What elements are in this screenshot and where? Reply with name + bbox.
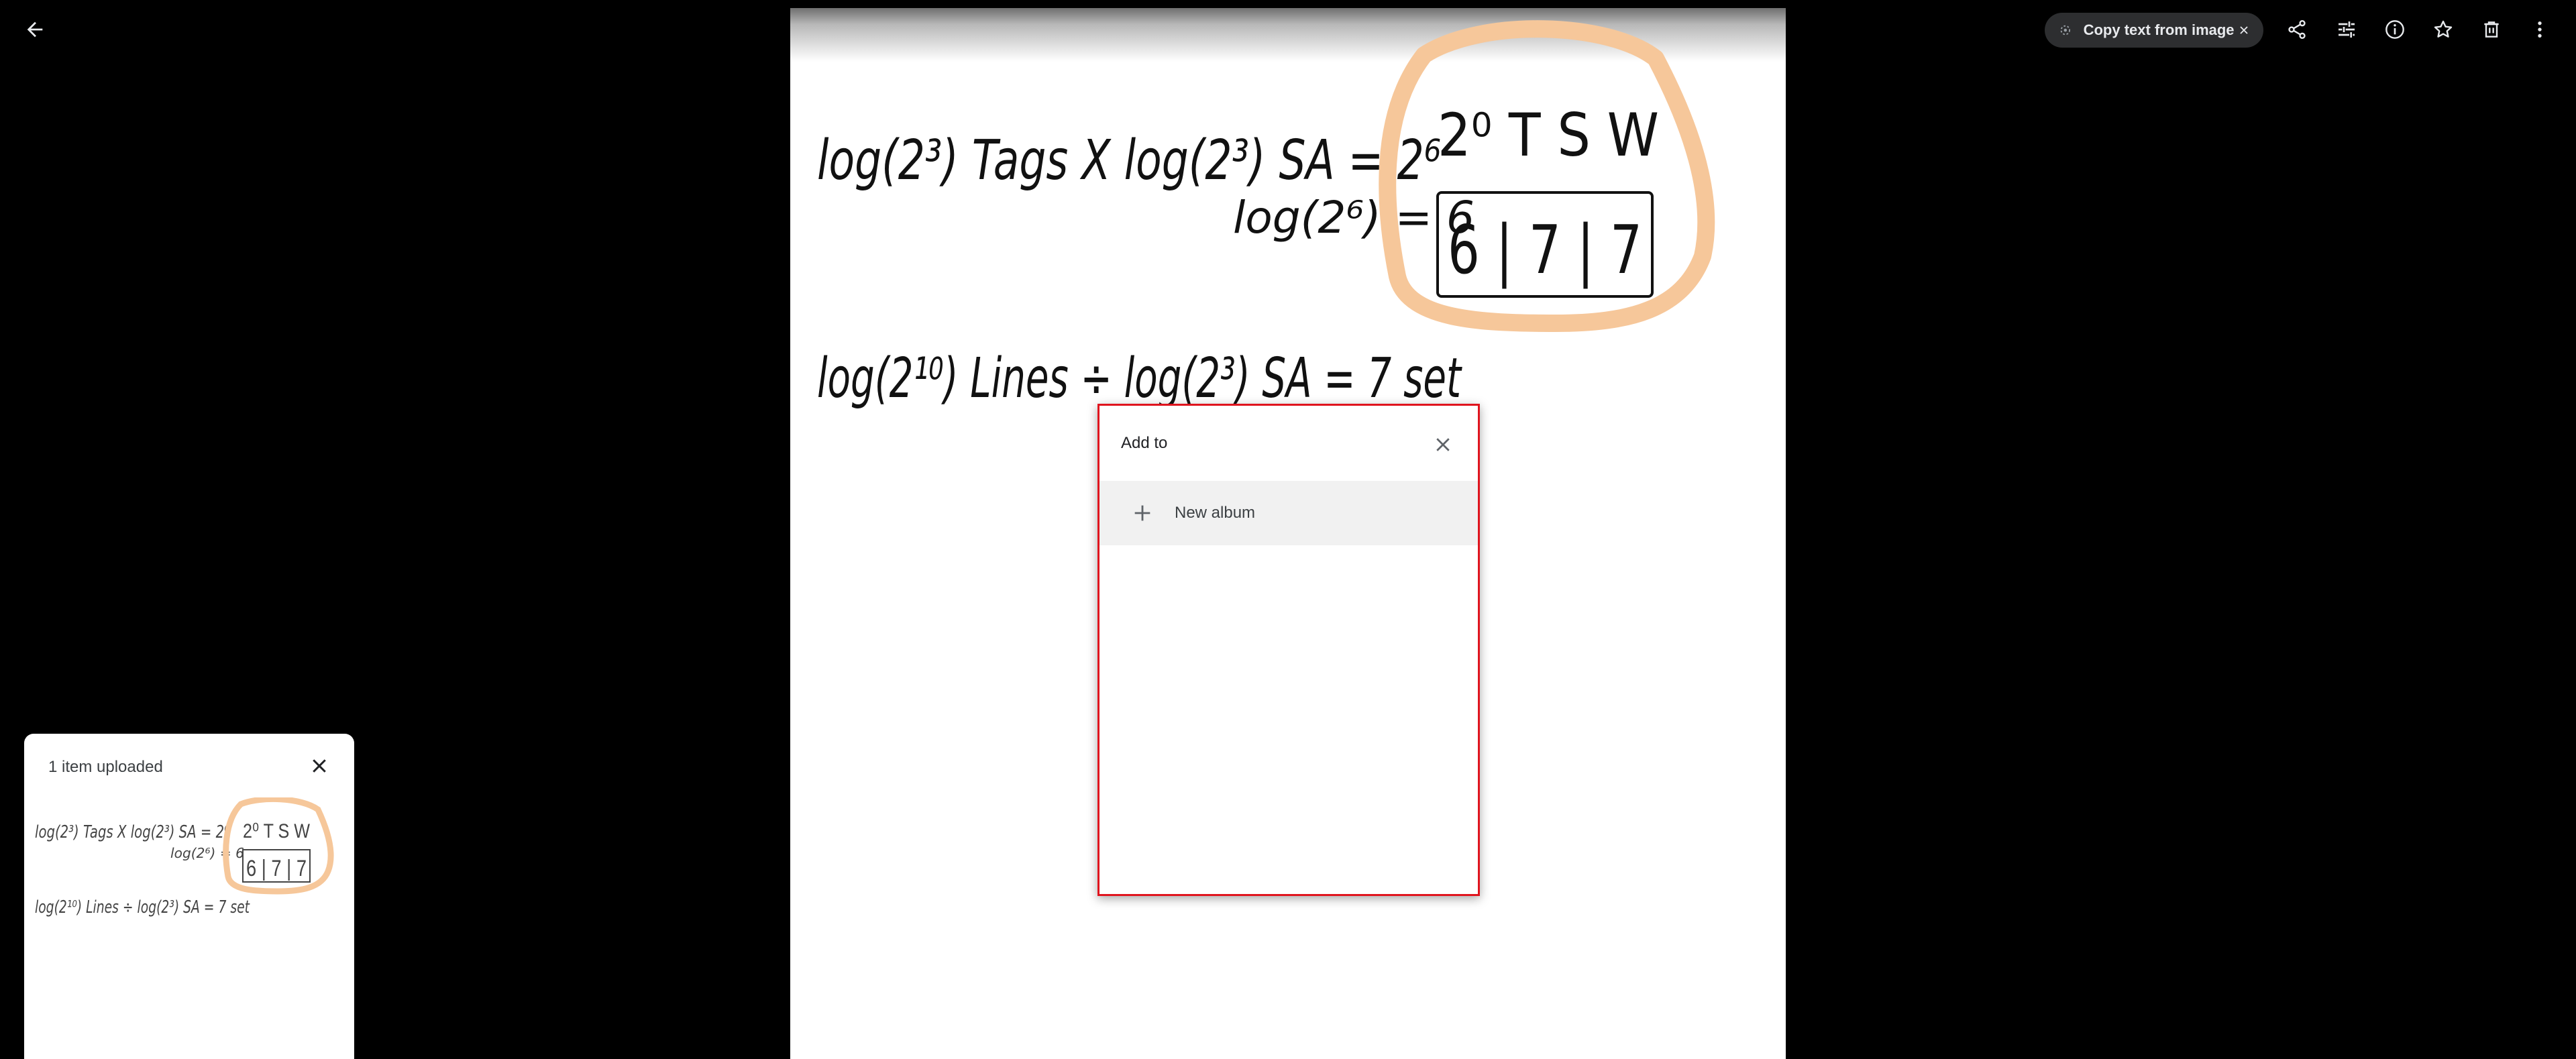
upload-close-button[interactable] [301,747,338,785]
thumb-line-3: log(2¹⁰) Lines ÷ log(2³) SA = 7 set [35,897,250,917]
close-icon [313,759,326,773]
note-line-1: log(2³) Tags X log(2³) SA = 2⁶ [817,129,1441,192]
thumb-line-2: log(2⁶) = 6 [170,845,244,861]
note-line-3: log(2¹⁰) Lines ÷ log(2³) SA = 7 set [817,347,1462,410]
upload-status-title: 1 item uploaded [48,758,163,776]
more-options-button[interactable] [2521,11,2559,48]
delete-button[interactable] [2473,11,2510,48]
delete-icon [2484,21,2499,38]
dialog-title: Add to [1121,434,1168,452]
edit-button[interactable] [2328,11,2365,48]
plus-icon [1128,498,1157,528]
favorite-button[interactable] [2424,11,2462,48]
close-icon [1436,438,1450,451]
back-button[interactable] [16,11,54,48]
star-icon [2434,20,2453,38]
note-box-bottom: 6 | 7 | 7 [1448,211,1642,289]
info-button[interactable] [2376,11,2414,48]
info-icon [2385,20,2404,39]
copy-text-label: Copy text from image [2083,21,2235,38]
upload-status-panel: 1 item uploaded log(2³) Tags X log(2³) S… [24,734,354,1059]
edit-adjust-icon [2339,21,2355,38]
lens-icon [2060,25,2071,36]
thumb-line-1: log(2³) Tags X log(2³) SA = 2⁶ [35,822,229,842]
new-album-item[interactable]: New album [1099,481,1478,545]
new-album-label: New album [1175,504,1256,522]
chip-close-icon[interactable] [2235,20,2254,40]
share-icon [2288,20,2306,39]
thumb-box-top: 2⁰ T S W [243,820,311,842]
note-box-top: 2⁰ T S W [1438,101,1659,170]
share-button[interactable] [2278,11,2316,48]
thumb-box-bottom: 6 | 7 | 7 [246,856,307,881]
dialog-close-button[interactable] [1424,426,1462,463]
add-to-dialog: Add to New album [1097,404,1480,896]
arrow-back-icon [27,21,43,38]
more-vert-icon [2538,21,2542,38]
copy-text-from-image-chip[interactable]: Copy text from image [2045,13,2263,48]
uploaded-photo-thumbnail[interactable]: log(2³) Tags X log(2³) SA = 2⁶ log(2⁶) =… [30,797,354,1012]
